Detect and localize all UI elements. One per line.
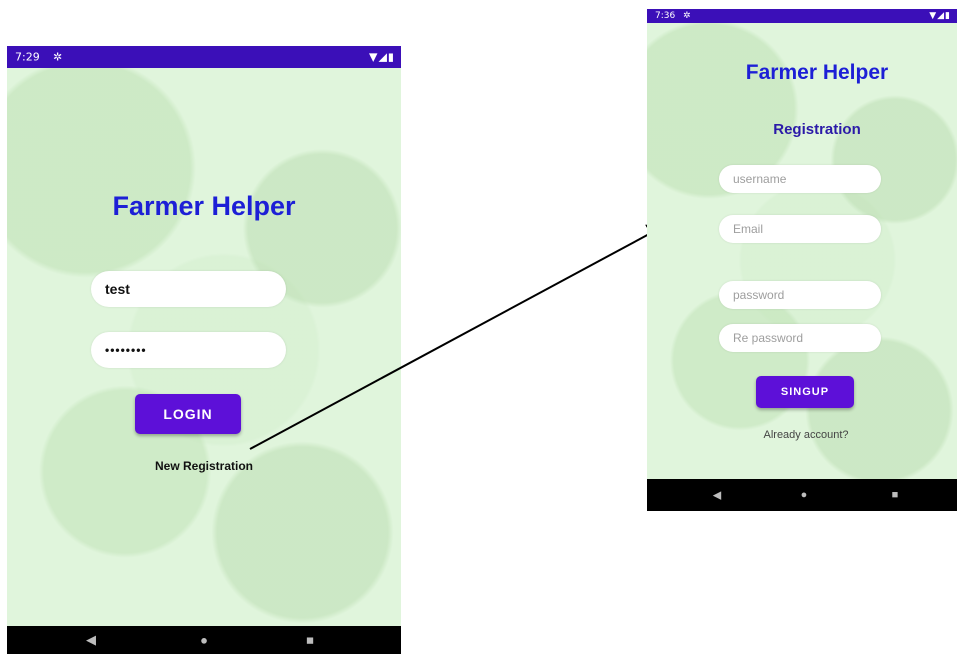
username-placeholder: username <box>733 172 787 186</box>
back-triangle-icon[interactable]: ◀ <box>713 489 721 502</box>
gear-icon: ✲ <box>683 11 691 21</box>
already-account-link[interactable]: Already account? <box>647 429 957 441</box>
registration-heading: Registration <box>773 121 861 138</box>
email-field[interactable]: Email <box>719 215 881 243</box>
registration-screen: 7:36 ✲ ▼◢▮ Farmer Helper Registration us… <box>647 9 957 511</box>
status-time: 7:36 <box>655 11 676 21</box>
status-bar: 7:36 ✲ ▼◢▮ <box>647 9 957 23</box>
nav-bar: ◀ ● ■ <box>647 479 957 511</box>
home-circle-icon[interactable]: ● <box>801 489 808 501</box>
signup-button[interactable]: SINGUP <box>756 376 854 408</box>
email-placeholder: Email <box>733 222 764 236</box>
signal-icon: ▼◢▮ <box>929 11 951 21</box>
recents-square-icon[interactable]: ■ <box>892 489 899 501</box>
password-placeholder: password <box>733 288 785 302</box>
username-field[interactable]: username <box>719 165 881 193</box>
password-field[interactable]: password <box>719 281 881 309</box>
repassword-field[interactable]: Re password <box>719 324 881 352</box>
repassword-placeholder: Re password <box>733 331 804 345</box>
app-title: Farmer Helper <box>745 61 889 84</box>
